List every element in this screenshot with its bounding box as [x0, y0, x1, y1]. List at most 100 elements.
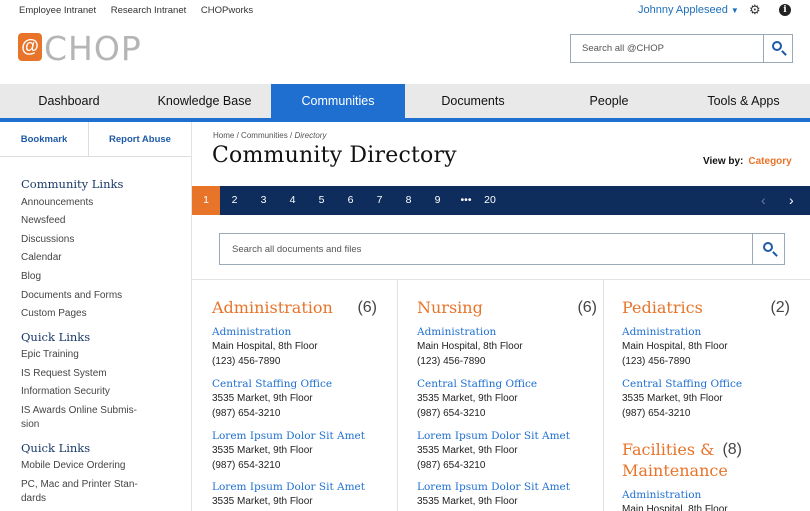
entry-phone: (123) 456-7890 — [622, 356, 691, 367]
sidebar-item-custom-pages[interactable]: Custom Pages — [21, 307, 146, 321]
sidebar-item-is-awards[interactable]: IS Awards Online Submis-sion — [21, 404, 139, 432]
user-menu[interactable]: Johnny Appleseed ▼ — [638, 4, 739, 16]
breadcrumb-communities[interactable]: Communities — [241, 131, 288, 140]
sidebar-item-announcements[interactable]: Announcements — [21, 196, 146, 210]
entry-address: Main Hospital, 8th Floor — [622, 504, 728, 511]
utility-bar: Employee Intranet Research Intranet CHOP… — [0, 0, 810, 22]
link-research-intranet[interactable]: Research Intranet — [111, 5, 187, 16]
dept-title[interactable]: Nursing — [417, 297, 547, 318]
entry-name[interactable]: Lorem Ipsum Dolor Sit Amet — [417, 480, 602, 494]
entry-phone: (987) 654-3210 — [417, 460, 486, 471]
entry-name[interactable]: Administration — [417, 325, 602, 339]
entry-address: 3535 Market, 9th Floor — [417, 445, 518, 456]
nav-dashboard[interactable]: Dashboard — [0, 84, 138, 118]
list-item: Administration Main Hospital, 8th Floor … — [417, 325, 602, 369]
breadcrumb: Home / Communities / Directory — [213, 131, 326, 140]
page-7[interactable]: 7 — [365, 186, 394, 215]
breadcrumb-sep: / — [236, 131, 239, 140]
bookmark-button[interactable]: Bookmark — [0, 122, 88, 157]
entry-name[interactable]: Lorem Ipsum Dolor Sit Amet — [212, 480, 397, 494]
nav-communities[interactable]: Communities — [271, 84, 405, 118]
breadcrumb-home[interactable]: Home — [213, 131, 234, 140]
page-4[interactable]: 4 — [278, 186, 307, 215]
entry-name[interactable]: Central Staffing Office — [622, 377, 807, 391]
side-actions: Bookmark Report Abuse — [0, 122, 191, 157]
entry-phone: (123) 456-7890 — [417, 356, 486, 367]
entry-name[interactable]: Lorem Ipsum Dolor Sit Amet — [212, 429, 397, 443]
sidebar-item-blog[interactable]: Blog — [21, 270, 146, 284]
documents-search-input[interactable] — [220, 234, 754, 264]
sidebar-item-newsfeed[interactable]: Newsfeed — [21, 214, 146, 228]
entry-name[interactable]: Administration — [212, 325, 397, 339]
nav-people[interactable]: People — [541, 84, 677, 118]
sidebar-item-mobile-device[interactable]: Mobile Device Ordering — [21, 459, 146, 473]
dept-nursing: Nursing (6) Administration Main Hospital… — [417, 297, 602, 511]
pager: 1 2 3 4 5 6 7 8 9 ••• 20 — [192, 186, 810, 215]
nav-tools-apps[interactable]: Tools & Apps — [677, 84, 810, 118]
sidebar-item-documents-forms[interactable]: Documents and Forms — [21, 289, 146, 303]
page-8[interactable]: 8 — [394, 186, 423, 215]
page-5[interactable]: 5 — [307, 186, 336, 215]
entry-address: 3535 Market, 9th Floor — [417, 393, 518, 404]
page-2[interactable]: 2 — [220, 186, 249, 215]
sidebar: Community Links Announcements Newsfeed D… — [0, 157, 191, 511]
link-chopworks[interactable]: CHOPworks — [201, 5, 253, 16]
sidebar-heading-community-links: Community Links — [21, 177, 124, 191]
nav-knowledge-base[interactable]: Knowledge Base — [138, 84, 271, 118]
entry-name[interactable]: Administration — [622, 488, 807, 502]
entry-name[interactable]: Central Staffing Office — [417, 377, 602, 391]
list-item: Lorem Ipsum Dolor Sit Amet 3535 Market, … — [417, 480, 602, 509]
logo-text: CHOP — [44, 29, 142, 68]
sidebar-item-epic-training[interactable]: Epic Training — [21, 348, 146, 362]
entry-address: Main Hospital, 8th Floor — [417, 341, 523, 352]
dept-title[interactable]: Administration — [212, 297, 342, 318]
sidebar-item-is-request[interactable]: IS Request System — [21, 367, 146, 381]
list-item: Lorem Ipsum Dolor Sit Amet 3535 Market, … — [417, 429, 602, 473]
page-title: Community Directory — [212, 143, 457, 168]
page-6[interactable]: 6 — [336, 186, 365, 215]
entry-phone: (987) 654-3210 — [212, 408, 281, 419]
directory-top-border — [192, 279, 810, 280]
sidebar-item-pc-mac-printer[interactable]: PC, Mac and Printer Stan-dards — [21, 478, 143, 506]
page-3[interactable]: 3 — [249, 186, 278, 215]
pager-next-icon[interactable]: › — [789, 193, 799, 207]
header-search-button[interactable] — [763, 35, 792, 62]
entry-address: Main Hospital, 8th Floor — [212, 341, 318, 352]
info-icon[interactable]: i — [779, 4, 791, 16]
link-employee-intranet[interactable]: Employee Intranet — [19, 5, 96, 16]
entry-phone: (123) 456-7890 — [212, 356, 281, 367]
main-nav: Dashboard Knowledge Base Communities Doc… — [0, 84, 810, 118]
view-by-category[interactable]: Category — [748, 156, 791, 167]
entry-phone: (987) 654-3210 — [417, 408, 486, 419]
nav-documents[interactable]: Documents — [405, 84, 541, 118]
list-item: Lorem Ipsum Dolor Sit Amet 3535 Market, … — [212, 480, 397, 509]
column-divider — [397, 279, 398, 511]
sidebar-item-info-security[interactable]: Information Security — [21, 385, 146, 399]
gear-icon[interactable]: ⚙ — [749, 3, 763, 17]
documents-search — [219, 233, 785, 265]
page-20[interactable]: 20 — [480, 186, 500, 215]
dept-title[interactable]: Facilities & Maintenance — [622, 439, 728, 481]
page-1[interactable]: 1 — [192, 186, 220, 215]
search-icon — [772, 41, 782, 51]
logo-mark: @ — [18, 33, 42, 61]
header-search-input[interactable] — [571, 35, 764, 62]
dept-title[interactable]: Pediatrics — [622, 297, 752, 318]
user-name: Johnny Appleseed — [638, 4, 728, 16]
pager-prev-icon[interactable]: ‹ — [761, 193, 771, 207]
page-9[interactable]: 9 — [423, 186, 452, 215]
dept-count: (6) — [357, 299, 377, 316]
page-ellipsis[interactable]: ••• — [452, 186, 480, 215]
entry-name[interactable]: Central Staffing Office — [212, 377, 397, 391]
entry-name[interactable]: Lorem Ipsum Dolor Sit Amet — [417, 429, 602, 443]
entry-name[interactable]: Administration — [622, 325, 807, 339]
list-item: Central Staffing Office 3535 Market, 9th… — [622, 377, 807, 421]
sidebar-item-discussions[interactable]: Discussions — [21, 233, 146, 247]
sidebar-item-calendar[interactable]: Calendar — [21, 251, 146, 265]
documents-search-button[interactable] — [752, 234, 784, 264]
entry-phone: (987) 654-3210 — [212, 460, 281, 471]
entry-address: Main Hospital, 8th Floor — [622, 341, 728, 352]
view-by-label: View by: — [703, 156, 744, 167]
report-abuse-button[interactable]: Report Abuse — [89, 122, 191, 157]
entry-address: 3535 Market, 9th Floor — [212, 496, 313, 507]
